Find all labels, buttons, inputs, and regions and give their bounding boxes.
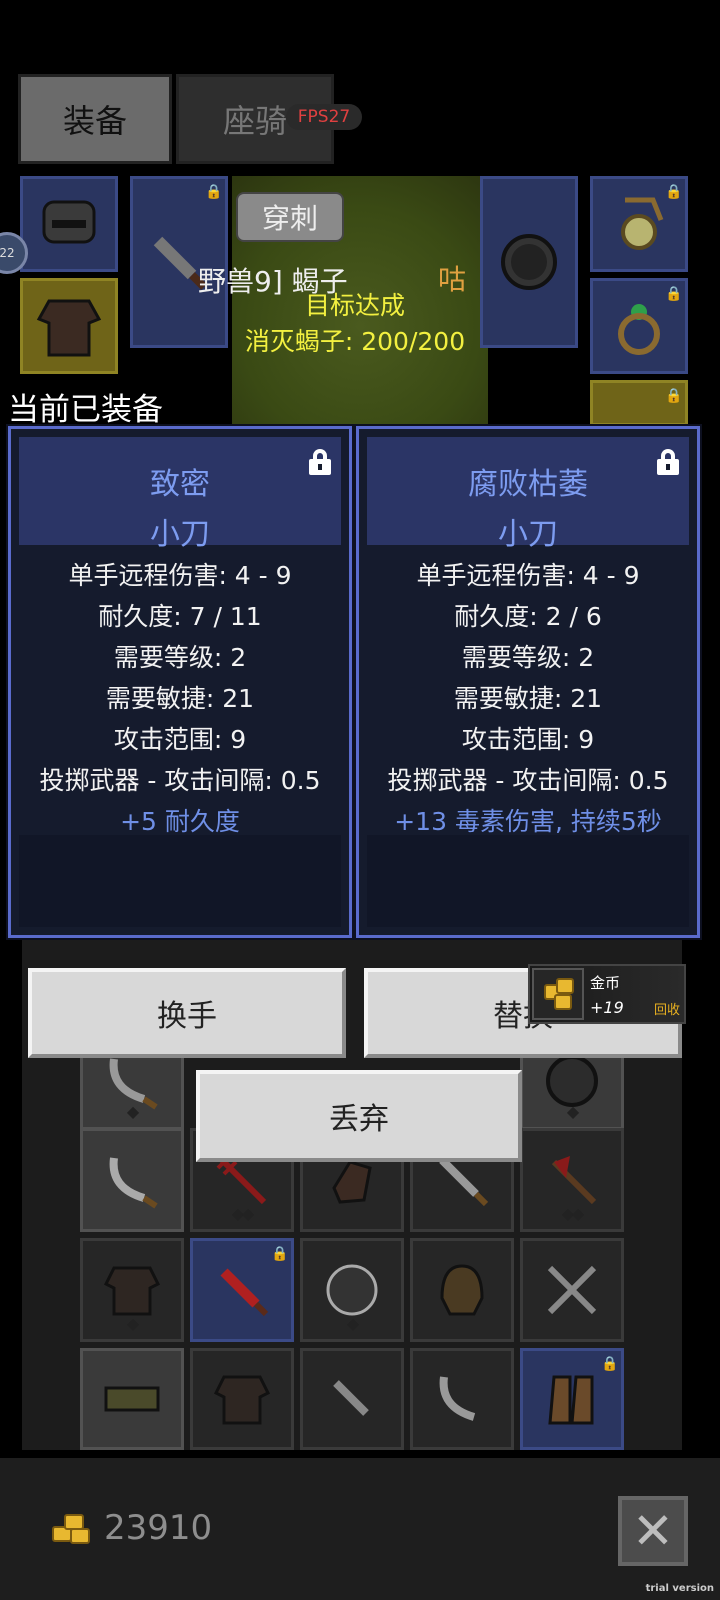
dagger-icon: [220, 1268, 269, 1317]
item-stats: 单手远程伤害: 4 - 9 耐久度: 7 / 11 需要等级: 2 需要敏捷: …: [11, 555, 349, 842]
stat-line: 单手远程伤害: 4 - 9: [416, 561, 640, 590]
toast-title: 金币: [590, 974, 621, 992]
armor-icon: [103, 1266, 161, 1316]
goal-progress: 消灭蝎子: 200/200: [244, 327, 466, 356]
inventory-slot[interactable]: [300, 1348, 404, 1450]
recycle-link[interactable]: 回收: [654, 999, 680, 1018]
card-header: 致密 小刀: [19, 437, 341, 552]
inventory-slot[interactable]: ◆: [80, 1238, 184, 1342]
inventory-slot[interactable]: ◆◆: [520, 1128, 624, 1232]
amulet-slot[interactable]: 🔒: [590, 176, 688, 272]
stat-line: 耐久度: 2 / 6: [454, 602, 602, 631]
inventory-slot[interactable]: 🔒: [190, 1238, 294, 1342]
socket-icon: ◆◆: [231, 1204, 255, 1223]
close-button[interactable]: ✕: [618, 1496, 688, 1566]
inventory-slot[interactable]: [190, 1348, 294, 1450]
stat-line: 需要敏捷: 21: [453, 684, 603, 713]
item-name: 致密: [150, 467, 210, 502]
stat-line: 攻击范围: 9: [113, 725, 247, 754]
item-card-new: 腐败枯萎 小刀 单手远程伤害: 4 - 9 耐久度: 2 / 6 需要等级: 2…: [356, 426, 700, 938]
armor-slot[interactable]: [20, 278, 118, 374]
inventory-slot[interactable]: ◆: [300, 1238, 404, 1342]
card-header: 腐败枯萎 小刀: [367, 437, 689, 552]
item-card-current: 致密 小刀 单手远程伤害: 4 - 9 耐久度: 7 / 11 需要等级: 2 …: [8, 426, 352, 938]
crossed-swords-icon: [547, 1265, 597, 1315]
dagger-icon: [333, 1380, 369, 1416]
inventory-slot[interactable]: [410, 1348, 514, 1450]
amulet-icon: [621, 197, 664, 250]
stat-line: 攻击范围: 9: [461, 725, 595, 754]
axe-icon: [551, 1156, 597, 1205]
stat-line: 投掷武器 - 攻击间隔: 0.5: [387, 766, 669, 795]
stat-line: 需要敏捷: 21: [105, 684, 255, 713]
swap-hand-button[interactable]: 换手: [28, 968, 346, 1058]
stat-line: 投掷武器 - 攻击间隔: 0.5: [39, 766, 321, 795]
toast-amount: +19: [590, 998, 624, 1017]
item-name: 腐败枯萎: [468, 467, 588, 502]
skill-label-pierce: 穿刺: [236, 192, 344, 242]
socket-icon: ◆: [346, 1314, 359, 1333]
inventory-slot[interactable]: [80, 1348, 184, 1450]
watermark: trial version: [645, 1583, 714, 1594]
gold-coins-icon: [48, 1510, 92, 1546]
item-type: 小刀: [498, 517, 558, 552]
helmet-icon: [42, 200, 96, 244]
item-type: 小刀: [150, 517, 210, 552]
stat-line: 需要等级: 2: [461, 643, 595, 672]
stat-line: 需要等级: 2: [113, 643, 247, 672]
item-stats: 单手远程伤害: 4 - 9 耐久度: 2 / 6 需要等级: 2 需要敏捷: 2…: [359, 555, 697, 842]
currently-equipped-label: 当前已装备: [8, 392, 163, 428]
helmet-slot[interactable]: [20, 176, 118, 272]
ring-slot[interactable]: 🔒: [590, 278, 688, 374]
lock-icon: 🔒: [205, 184, 223, 200]
socket-icon: ◆: [126, 1314, 139, 1333]
offhand-slot[interactable]: [480, 176, 578, 348]
inventory-slot[interactable]: [80, 1128, 184, 1232]
scimitar-icon: [439, 1376, 476, 1421]
stat-line: 单手远程伤害: 4 - 9: [68, 561, 292, 590]
inventory-slot[interactable]: [520, 1238, 624, 1342]
gold-pickup-toast: 金币 +19 回收: [528, 964, 686, 1024]
gold-coins-icon: [532, 968, 584, 1020]
tab-equipment[interactable]: 装备: [18, 74, 172, 164]
helmet-icon: [440, 1264, 484, 1316]
lock-icon[interactable]: [309, 449, 331, 475]
close-icon: ✕: [632, 1502, 674, 1560]
lock-icon[interactable]: [657, 449, 679, 475]
inventory-slot[interactable]: 🔒: [520, 1348, 624, 1450]
socket-icon: ◆: [566, 1102, 579, 1121]
scimitar-icon: [109, 1157, 158, 1209]
shield-icon: [326, 1264, 378, 1316]
lock-icon: 🔒: [665, 388, 683, 404]
stat-line: 耐久度: 7 / 11: [98, 602, 262, 631]
card-footer: [367, 835, 689, 927]
belt-icon: [104, 1386, 160, 1412]
shield-icon: [501, 234, 557, 290]
inventory-slot[interactable]: [410, 1238, 514, 1342]
socket-icon: ◆: [126, 1102, 139, 1121]
goal-title: 目标达成: [304, 291, 405, 320]
boots-icon: [548, 1375, 594, 1425]
drop-button[interactable]: 丢弃: [196, 1070, 522, 1162]
armor-icon: [36, 299, 102, 357]
card-footer: [19, 835, 341, 927]
armor-icon: [213, 1375, 271, 1425]
fps-counter: FPS27: [286, 104, 362, 130]
ring-icon: [618, 304, 660, 355]
gold-amount: 23910: [104, 1508, 213, 1548]
belt-slot[interactable]: 🔒: [590, 380, 688, 426]
socket-icon: ◆◆: [561, 1204, 585, 1223]
